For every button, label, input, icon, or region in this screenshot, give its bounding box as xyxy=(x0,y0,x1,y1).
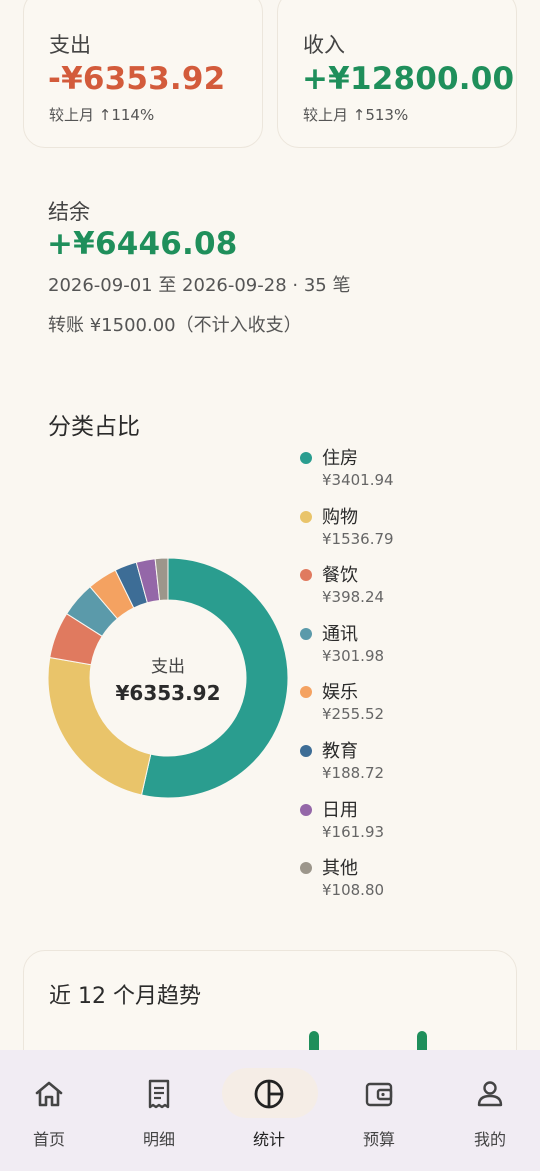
legend-name: 住房 xyxy=(322,448,358,469)
legend-item[interactable]: 购物 ¥1536.79 xyxy=(300,507,520,565)
legend-color-dot xyxy=(300,569,312,582)
nav-home[interactable]: 首页 xyxy=(0,1050,103,1171)
date-range: 2026-09-01 至 2026-09-28 · 35 笔 xyxy=(48,275,351,296)
donut-slice[interactable] xyxy=(47,656,152,796)
legend-item[interactable]: 教育 ¥188.72 xyxy=(300,741,520,799)
legend-amount: ¥1536.79 xyxy=(322,529,394,548)
nav-stats[interactable]: 统计 xyxy=(215,1050,323,1171)
legend-name: 通讯 xyxy=(322,623,358,645)
legend-amount: ¥255.52 xyxy=(322,705,385,724)
legend-amount: ¥161.93 xyxy=(322,822,385,841)
pie-chart-icon xyxy=(254,1079,284,1109)
legend-item[interactable]: 餐饮 ¥398.24 xyxy=(300,565,520,623)
category-donut-chart[interactable] xyxy=(38,548,298,808)
legend-name: 日用 xyxy=(322,799,358,821)
legend-item[interactable]: 通讯 ¥301.98 xyxy=(300,624,520,682)
legend-color-dot xyxy=(300,745,312,757)
legend-item[interactable]: 娱乐 ¥255.52 xyxy=(300,682,520,740)
balance-section: 结余 +¥6446.08 2026-09-01 至 2026-09-28 · 3… xyxy=(0,0,540,340)
legend-amount: ¥301.98 xyxy=(322,646,385,665)
legend-name: 教育 xyxy=(322,741,358,762)
nav-me[interactable]: 我的 xyxy=(436,1050,540,1171)
legend-color-dot xyxy=(300,627,312,640)
receipt-icon xyxy=(148,1079,170,1109)
person-icon xyxy=(477,1081,503,1107)
nav-details[interactable]: 明细 xyxy=(105,1050,213,1171)
wallet-icon xyxy=(365,1082,393,1107)
home-icon xyxy=(35,1081,63,1107)
balance-value: +¥6446.08 xyxy=(47,226,238,262)
legend-item[interactable]: 日用 ¥161.93 xyxy=(300,800,520,858)
legend-amount: ¥398.24 xyxy=(322,588,385,607)
nav-me-label: 我的 xyxy=(473,1130,506,1149)
legend-color-dot xyxy=(300,862,312,875)
legend-color-dot xyxy=(300,803,312,816)
legend-amount: ¥108.80 xyxy=(322,881,385,900)
nav-details-label: 明细 xyxy=(142,1130,175,1149)
nav-budget-label: 预算 xyxy=(362,1130,395,1149)
legend-color-dot xyxy=(300,452,312,464)
donut-center-label: 支出 xyxy=(151,657,185,677)
nav-stats-label: 统计 xyxy=(252,1130,285,1149)
legend-name: 购物 xyxy=(322,506,358,528)
legend-color-dot xyxy=(300,686,312,699)
legend-name: 餐饮 xyxy=(322,565,358,587)
nav-budget[interactable]: 预算 xyxy=(325,1050,433,1171)
balance-label: 结余 xyxy=(48,200,90,224)
bottom-nav: 首页 明细 统计 预算 我的 xyxy=(0,1050,540,1171)
category-title: 分类占比 xyxy=(48,414,140,440)
trend-title: 近 12 个月趋势 xyxy=(49,984,201,1009)
legend-color-dot xyxy=(300,510,312,523)
transfer-note: 转账 ¥1500.00（不计入收支） xyxy=(48,315,302,336)
legend-amount: ¥3401.94 xyxy=(322,471,394,489)
legend-name: 其他 xyxy=(322,858,358,880)
nav-home-label: 首页 xyxy=(32,1130,65,1149)
donut-center-value: ¥6353.92 xyxy=(115,681,221,705)
legend-item[interactable]: 其他 ¥108.80 xyxy=(300,858,520,916)
legend-amount: ¥188.72 xyxy=(322,764,385,782)
legend-item[interactable]: 住房 ¥3401.94 xyxy=(300,448,520,506)
legend-name: 娱乐 xyxy=(322,682,358,704)
